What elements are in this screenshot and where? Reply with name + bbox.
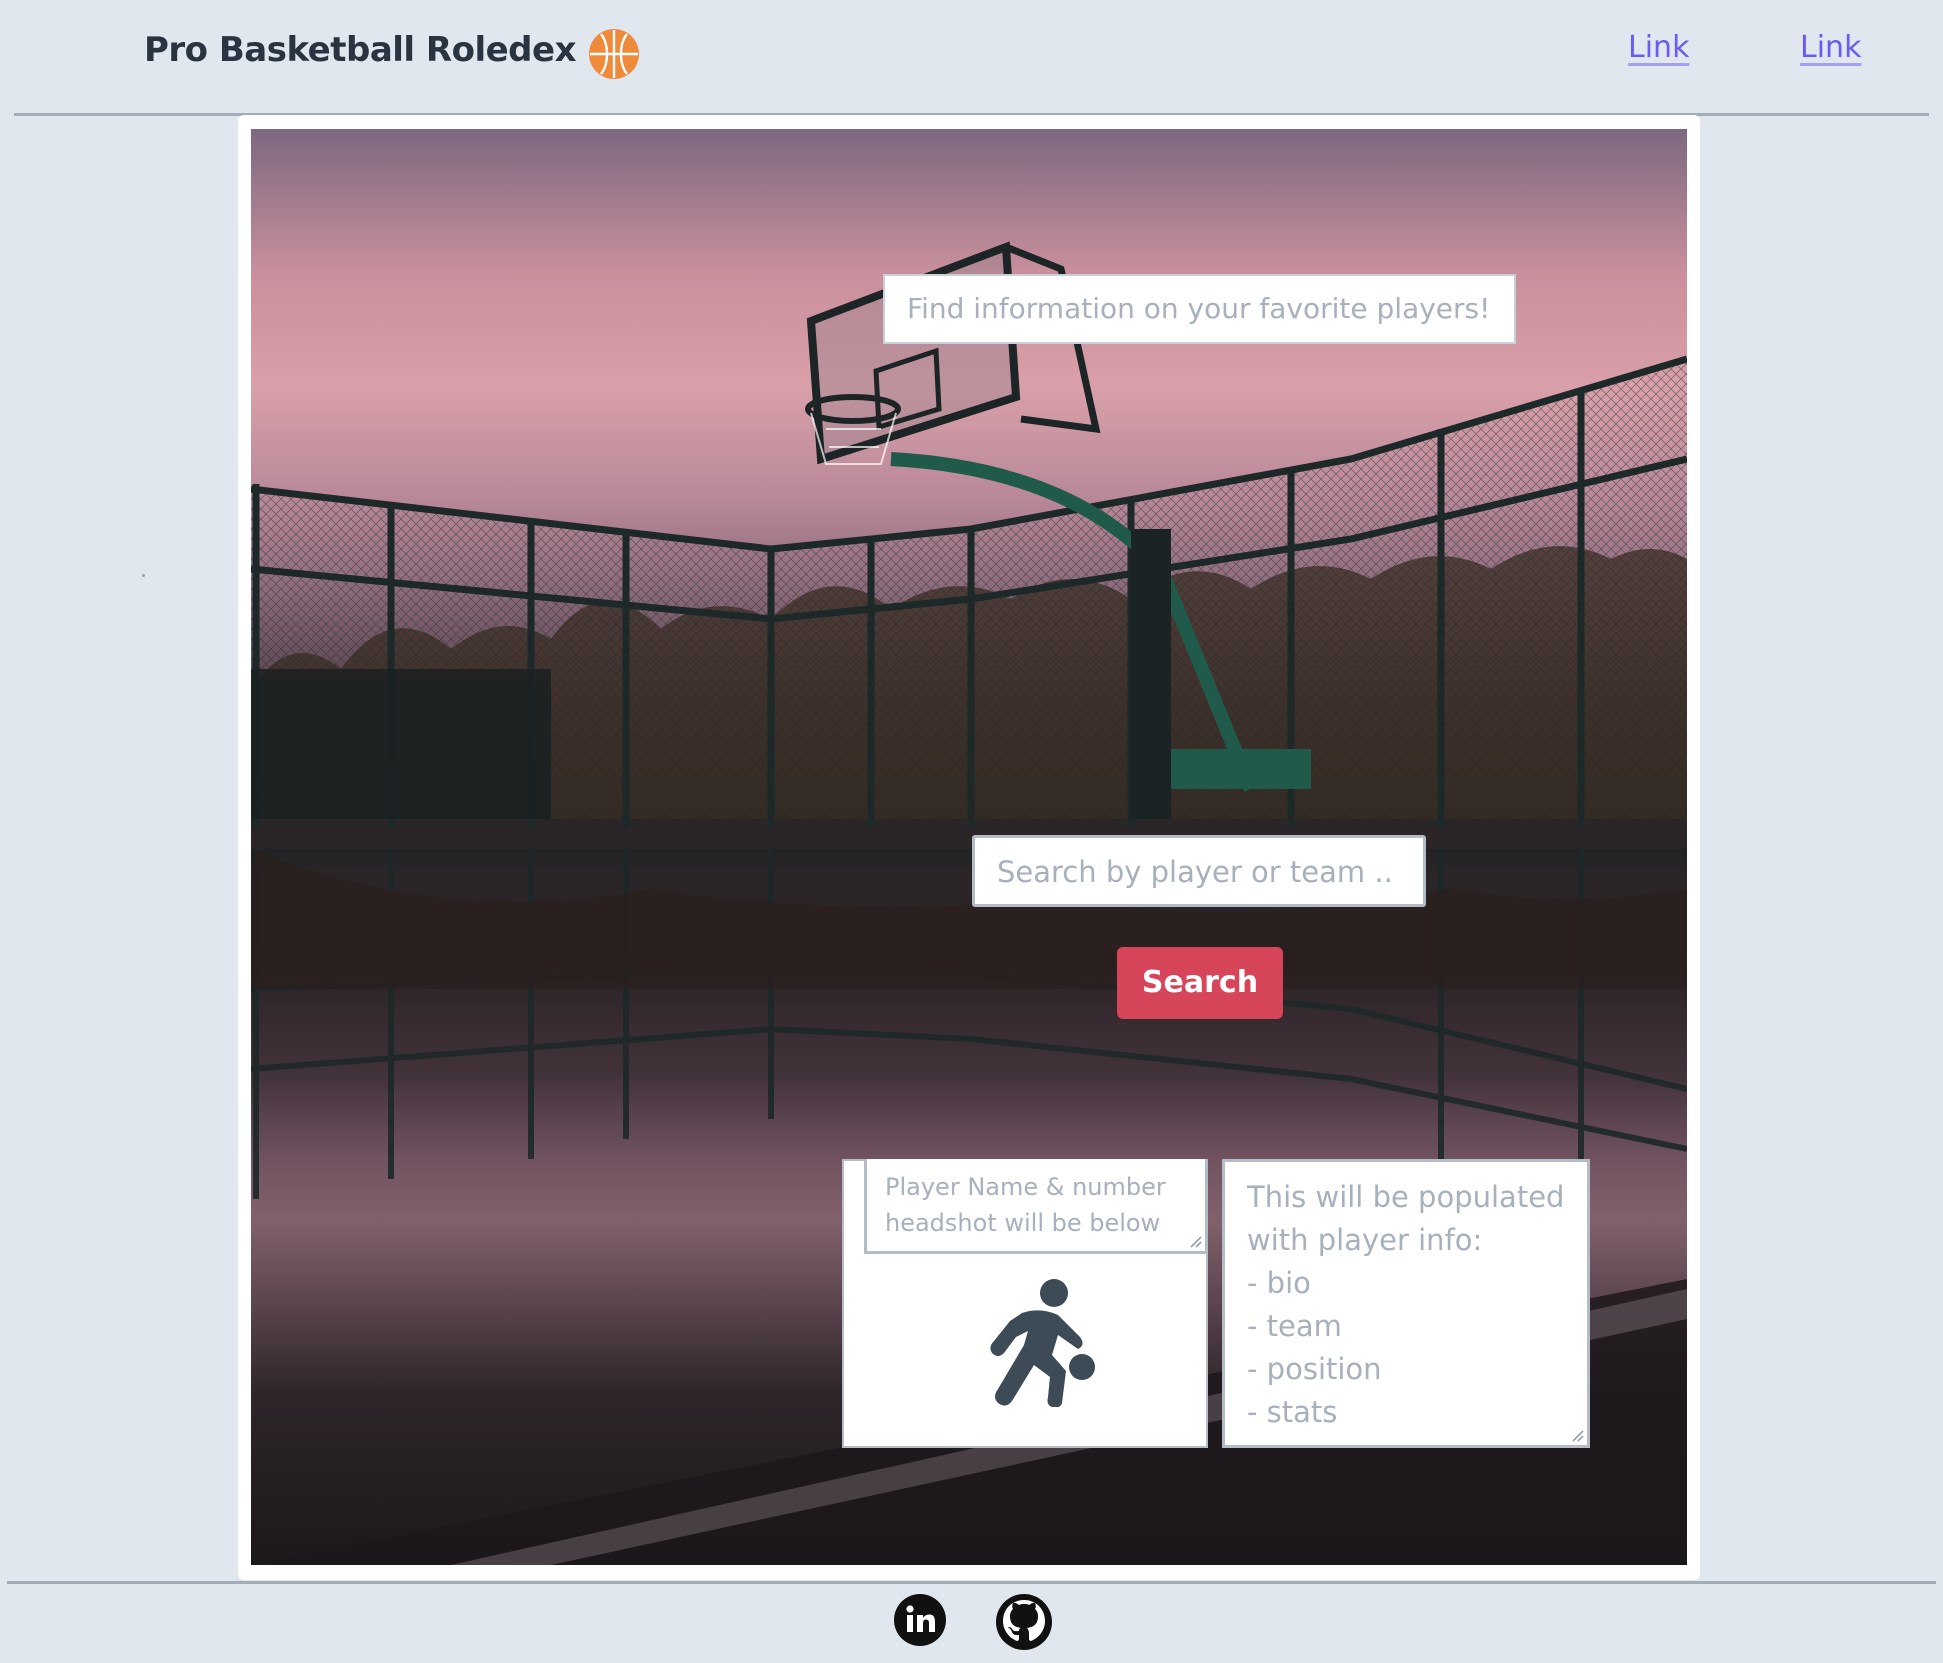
info-line-3: - bio bbox=[1247, 1266, 1311, 1300]
player-info-field[interactable]: This will be populated with player info:… bbox=[1222, 1159, 1590, 1448]
brand-title[interactable]: Pro Basketball Roledex bbox=[144, 30, 577, 70]
hero-banner: Find information on your favorite player… bbox=[883, 274, 1516, 344]
info-line-1: This will be populated bbox=[1247, 1180, 1565, 1214]
search-input[interactable]: Search by player or team .. bbox=[972, 835, 1426, 907]
page: Pro Basketball Roledex Link Link Find in… bbox=[0, 0, 1943, 1663]
info-line-6: - stats bbox=[1247, 1395, 1338, 1429]
top-navbar: Pro Basketball Roledex Link Link bbox=[0, 0, 1943, 116]
search-button[interactable]: Search bbox=[1117, 947, 1283, 1019]
footer-divider bbox=[7, 1581, 1936, 1584]
player-name-line-1: Player Name & number bbox=[885, 1173, 1166, 1201]
player-name-line-2: headshot will be below bbox=[885, 1209, 1161, 1237]
nav-link-1[interactable]: Link bbox=[1628, 30, 1689, 65]
github-icon[interactable] bbox=[994, 1592, 1054, 1652]
player-name-field[interactable]: Player Name & number headshot will be be… bbox=[864, 1159, 1208, 1254]
main-card: Find information on your favorite player… bbox=[238, 115, 1700, 1580]
info-line-5: - position bbox=[1247, 1352, 1382, 1386]
basketball-icon bbox=[589, 29, 639, 79]
stray-dot bbox=[142, 574, 145, 577]
linkedin-icon[interactable] bbox=[894, 1594, 946, 1646]
player-card: Player Name & number headshot will be be… bbox=[842, 1159, 1208, 1448]
resize-grip-icon[interactable] bbox=[1188, 1234, 1202, 1248]
resize-grip-icon[interactable] bbox=[1570, 1428, 1584, 1442]
nav-link-2[interactable]: Link bbox=[1800, 30, 1861, 65]
info-line-4: - team bbox=[1247, 1309, 1342, 1343]
basketball-player-dribbling-icon bbox=[990, 1279, 1095, 1407]
info-line-2: with player info: bbox=[1247, 1223, 1483, 1257]
